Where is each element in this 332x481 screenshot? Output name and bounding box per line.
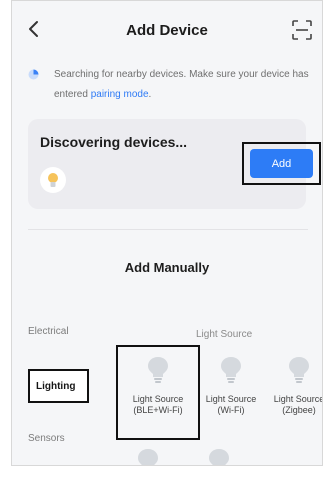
header: Add Device — [12, 1, 322, 61]
light-bulb-icon — [221, 357, 241, 383]
scan-icon[interactable] — [291, 19, 313, 41]
light-bulb-icon — [289, 357, 309, 383]
add-button-highlight: Add — [242, 142, 321, 185]
notice-suffix: . — [148, 89, 152, 100]
device-label-line1: Light Source — [132, 394, 184, 404]
device-light-source-wifi[interactable]: Light Source (Wi-Fi) — [195, 356, 267, 416]
category-lighting[interactable]: Lighting — [28, 369, 89, 403]
search-notice-text: Searching for nearby devices. Make sure … — [28, 65, 314, 105]
device-label-line2: (Zigbee) — [282, 405, 316, 415]
device-label-line2: (BLE+Wi-Fi) — [133, 405, 183, 415]
divider — [28, 229, 308, 230]
light-bulb-icon[interactable] — [137, 448, 159, 466]
category-electrical[interactable]: Electrical — [28, 326, 69, 337]
add-button[interactable]: Add — [250, 149, 313, 178]
add-manually-title: Add Manually — [124, 260, 210, 275]
light-bulb-icon — [48, 173, 58, 187]
device-label-line2: (Wi-Fi) — [217, 405, 245, 415]
search-notice: Searching for nearby devices. Make sure … — [28, 65, 314, 105]
searching-spinner-icon — [28, 69, 39, 80]
device-label-line1: Light Source — [273, 394, 323, 404]
light-bulb-icon — [148, 357, 168, 383]
light-bulb-icon[interactable] — [208, 448, 230, 466]
device-light-source-ble-wifi[interactable]: Light Source (BLE+Wi-Fi) — [122, 356, 194, 416]
section-light-source: Light Source — [196, 329, 253, 340]
pairing-mode-link[interactable]: pairing mode — [91, 89, 149, 100]
discovering-title: Discovering devices... — [40, 134, 188, 150]
page-title: Add Device — [126, 22, 208, 39]
category-sensors[interactable]: Sensors — [28, 433, 65, 444]
device-label-line1: Light Source — [205, 394, 257, 404]
discovered-device-avatar — [40, 167, 66, 193]
add-device-screen: Add Device Searching for nearby devices.… — [11, 0, 323, 466]
device-light-source-zigbee[interactable]: Light Source (Zigbee) — [263, 356, 323, 416]
